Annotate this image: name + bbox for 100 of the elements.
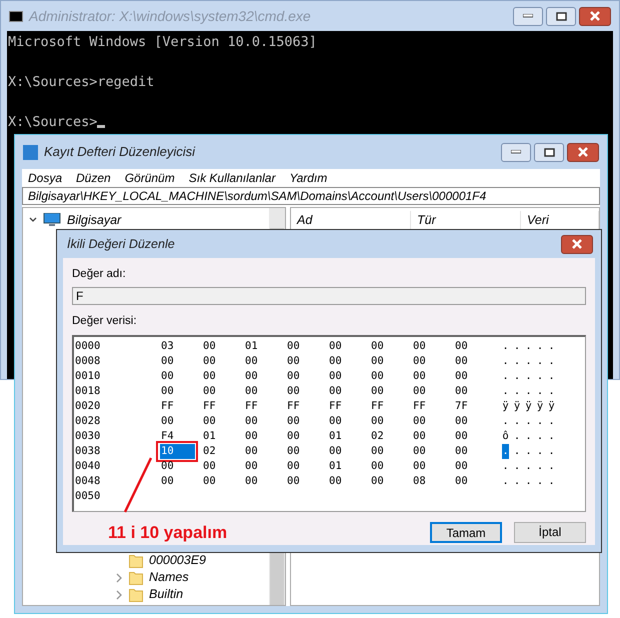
hex-byte[interactable]: 00 [244,384,286,398]
hex-byte[interactable]: 00 [244,444,286,458]
hex-byte[interactable]: 7F [454,398,496,414]
hex-byte[interactable]: 00 [160,368,202,384]
hex-byte[interactable]: FF [286,398,328,414]
hex-byte[interactable]: 00 [286,368,328,384]
hex-byte[interactable]: 00 [202,414,244,428]
hex-byte[interactable]: 00 [412,444,454,458]
hex-byte[interactable]: 00 [202,458,244,474]
hex-byte[interactable]: 00 [370,458,412,474]
hex-byte[interactable]: 00 [328,474,370,488]
hex-byte[interactable]: 00 [454,368,496,384]
maximize-button[interactable] [534,142,564,162]
hex-byte[interactable]: 00 [412,458,454,474]
tree-item[interactable]: Bilgisayar [67,210,122,230]
hex-byte[interactable]: FF [412,398,454,414]
hex-byte[interactable]: 00 [370,474,412,488]
hex-byte[interactable]: 00 [244,368,286,384]
hex-byte[interactable]: 00 [244,474,286,488]
hex-byte[interactable]: 00 [244,428,286,444]
hex-byte[interactable]: 01 [328,458,370,474]
hex-byte[interactable]: FF [370,398,412,414]
hex-byte[interactable]: 01 [244,338,286,354]
hex-byte[interactable]: 00 [454,474,496,488]
hex-byte[interactable]: 00 [328,444,370,458]
chevron-right-icon[interactable] [115,590,123,600]
hex-byte[interactable]: 00 [244,458,286,474]
hex-byte[interactable]: FF [244,398,286,414]
maximize-button[interactable] [546,6,576,26]
hex-byte[interactable]: 00 [328,384,370,398]
hex-byte[interactable]: 00 [370,338,412,354]
chevron-right-icon[interactable] [115,572,123,582]
tree-item[interactable]: Builtin [149,585,184,604]
hex-byte[interactable]: 03 [160,338,202,354]
hex-byte[interactable]: 00 [412,338,454,354]
menu-item[interactable]: Yardım [289,168,328,186]
hex-byte[interactable]: 00 [370,414,412,428]
hex-byte[interactable]: 00 [286,444,328,458]
hex-byte[interactable]: 00 [286,384,328,398]
hex-byte[interactable]: 00 [244,354,286,368]
hex-byte[interactable]: 00 [370,384,412,398]
dialog-button[interactable]: İptal [514,522,586,543]
hex-byte[interactable]: FF [160,398,202,414]
hex-byte[interactable]: 01 [328,428,370,444]
hex-byte[interactable]: 00 [412,354,454,368]
hex-byte[interactable]: FF [202,398,244,414]
close-button[interactable] [561,234,593,254]
menu-item[interactable]: Dosya [28,168,62,186]
hex-byte[interactable]: 00 [412,428,454,444]
hex-byte[interactable]: 00 [160,414,202,428]
hex-byte[interactable]: 00 [370,444,412,458]
hex-byte[interactable]: 00 [370,354,412,368]
hex-byte[interactable]: 00 [370,368,412,384]
hex-byte[interactable]: 02 [370,428,412,444]
hex-byte[interactable]: FF [328,398,370,414]
hex-byte[interactable]: 00 [202,368,244,384]
hex-byte[interactable]: 00 [454,414,496,428]
hex-byte[interactable]: 08 [412,474,454,488]
hex-byte[interactable]: 00 [454,354,496,368]
hex-byte[interactable]: 00 [286,458,328,474]
hex-byte[interactable]: 00 [328,414,370,428]
hex-byte[interactable]: 00 [286,354,328,368]
minimize-button[interactable] [513,6,543,26]
hex-byte[interactable]: 01 [202,428,244,444]
dialog-button[interactable]: Tamam [430,522,502,543]
hex-byte[interactable]: 00 [454,338,496,354]
hex-byte[interactable]: 00 [202,338,244,354]
hex-byte[interactable]: 00 [454,444,496,458]
hex-byte[interactable]: 00 [202,474,244,488]
hex-byte[interactable]: 00 [328,338,370,354]
hex-byte[interactable]: 00 [286,338,328,354]
hex-byte[interactable]: F4 [160,428,202,444]
address-bar[interactable]: Bilgisayar\HKEY_LOCAL_MACHINE\sordum\SAM\Domains\Account\Users\000001F4 [22,187,600,205]
hex-byte[interactable]: 00 [328,368,370,384]
hex-byte[interactable]: 00 [202,384,244,398]
hex-byte[interactable]: 00 [286,414,328,428]
menu-item[interactable]: Görünüm [124,168,175,186]
close-button[interactable] [567,142,599,162]
hex-byte[interactable]: 00 [454,384,496,398]
hex-byte[interactable]: 00 [286,474,328,488]
hex-byte[interactable]: 00 [160,474,202,488]
hex-editor[interactable] [72,334,586,512]
hex-byte[interactable]: 00 [412,384,454,398]
hex-byte[interactable]: 00 [286,428,328,444]
hex-byte[interactable]: 00 [454,428,496,444]
hex-byte[interactable]: 00 [328,354,370,368]
hex-byte[interactable]: 00 [412,414,454,428]
menu-item[interactable]: Düzen [76,168,111,186]
tree-item[interactable]: Names [149,568,189,587]
hex-byte[interactable]: 00 [160,354,202,368]
hex-byte[interactable]: 00 [454,458,496,474]
hex-byte[interactable]: 00 [202,354,244,368]
hex-byte[interactable]: 00 [244,414,286,428]
name-field[interactable]: F [72,287,586,306]
minimize-button[interactable] [501,142,531,162]
hex-byte[interactable]: 00 [160,384,202,398]
close-button[interactable] [579,6,611,26]
hex-byte[interactable]: 00 [160,458,202,474]
tree-item[interactable]: 000003E9 [149,551,206,570]
hex-byte[interactable]: 00 [412,368,454,384]
